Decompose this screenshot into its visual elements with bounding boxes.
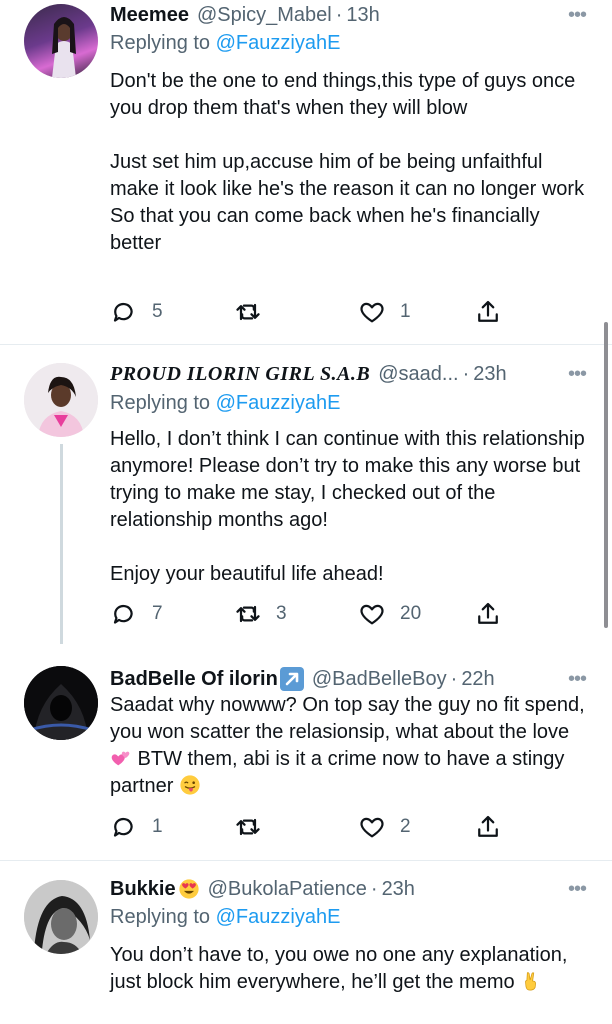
like-button[interactable]: 20	[358, 600, 474, 628]
display-name[interactable]: PROUD ILORIN GIRL S.A.B	[110, 363, 370, 386]
reply-icon	[113, 604, 133, 624]
replying-to-label: Replying to	[110, 392, 216, 414]
retweet-button[interactable]	[234, 298, 358, 326]
retweet-icon	[236, 818, 260, 836]
dot-separator: ·	[335, 3, 343, 26]
tweet-text-part1: Saadat why nowww? On top say the guy no …	[110, 694, 591, 743]
heart-eyes-emoji	[178, 879, 199, 899]
mention-link[interactable]: @FauzziyahE	[216, 906, 341, 928]
timestamp[interactable]: 22h	[461, 668, 494, 691]
tweet-text: Saadat why nowww? On top say the guy no …	[110, 692, 590, 800]
victory-hand-emoji	[525, 972, 537, 991]
share-icon	[478, 300, 498, 322]
tweet-actions: 7 3 20	[110, 597, 516, 631]
dot-separator: ·	[462, 362, 470, 385]
tweet-text: Don't be the one to end things,this type…	[110, 70, 585, 254]
replying-to: Replying to @FauzziyahE	[110, 392, 340, 415]
more-icon[interactable]: •••	[562, 359, 592, 389]
reply-count: 1	[152, 816, 163, 837]
reply-button[interactable]: 5	[110, 298, 234, 326]
avatar-image	[24, 666, 98, 740]
share-button[interactable]	[474, 813, 502, 841]
retweet-button[interactable]	[234, 813, 358, 841]
tweet-text-content: You don’t have to, you owe no one any ex…	[110, 944, 573, 993]
share-button[interactable]	[474, 298, 502, 326]
display-name[interactable]: Meemee	[110, 4, 189, 27]
tweet-text: Hello, I don’t think I can continue with…	[110, 428, 585, 585]
reply-icon	[113, 302, 133, 322]
like-icon	[360, 302, 384, 323]
like-button[interactable]: 2	[358, 813, 474, 841]
retweet-count: 3	[276, 603, 287, 624]
like-count: 2	[400, 816, 411, 837]
replying-to: Replying to @FauzziyahE	[110, 906, 340, 929]
avatar-image	[24, 880, 98, 954]
tweet-actions: 1 2	[110, 810, 516, 844]
retweet-icon	[236, 605, 260, 623]
tweet-actions: 5 1	[110, 295, 516, 329]
display-name[interactable]: Bukkie	[110, 878, 176, 901]
like-count: 1	[400, 301, 411, 322]
more-icon[interactable]: •••	[562, 0, 592, 30]
replying-to-label: Replying to	[110, 32, 216, 54]
mention-link[interactable]: @FauzziyahE	[216, 392, 341, 414]
more-icon[interactable]: •••	[562, 664, 592, 694]
dot-separator: ·	[370, 877, 378, 900]
share-button[interactable]	[474, 600, 502, 628]
like-icon	[360, 817, 384, 838]
tweet-header: Bukkie @BukolaPatience · 23h •••	[110, 874, 592, 904]
tweet-header: Meemee @Spicy_Mabel · 13h •••	[110, 0, 592, 30]
like-count: 20	[400, 603, 422, 624]
user-handle[interactable]: @BukolaPatience	[208, 878, 367, 901]
display-name[interactable]: BadBelle Of ilorin	[110, 668, 278, 691]
avatar[interactable]	[24, 363, 98, 437]
avatar[interactable]	[24, 666, 98, 740]
mention-link[interactable]: @FauzziyahE	[216, 32, 341, 54]
more-icon[interactable]: •••	[562, 874, 592, 904]
like-button[interactable]: 1	[358, 298, 474, 326]
user-handle[interactable]: @Spicy_Mabel	[197, 4, 332, 27]
avatar-image	[24, 363, 98, 437]
share-icon	[478, 815, 498, 837]
user-handle[interactable]: @BadBelleBoy	[312, 668, 447, 691]
timestamp[interactable]: 23h	[473, 363, 506, 386]
tweet-meemee[interactable]: Meemee @Spicy_Mabel · 13h ••• Replying t…	[0, 0, 612, 344]
reply-button[interactable]: 1	[110, 813, 234, 841]
like-icon	[360, 604, 384, 625]
arrow-badge-emoji	[279, 667, 304, 691]
tweet-text: You don’t have to, you owe no one any ex…	[110, 942, 590, 996]
reply-icon	[113, 817, 133, 837]
winking-tongue-emoji	[180, 775, 200, 795]
replying-to: Replying to @FauzziyahE	[110, 32, 340, 55]
avatar[interactable]	[24, 4, 98, 78]
reply-count: 7	[152, 603, 163, 624]
avatar-image	[52, 17, 76, 78]
timestamp[interactable]: 23h	[382, 878, 415, 901]
retweet-icon	[236, 303, 260, 321]
user-handle[interactable]: @saad...	[378, 363, 458, 386]
retweet-button[interactable]: 3	[234, 600, 358, 628]
avatar[interactable]	[24, 880, 98, 954]
tweet-badbelle[interactable]: BadBelle Of ilorin @BadBelleBoy · 22h ••…	[0, 644, 612, 860]
replying-to-label: Replying to	[110, 906, 216, 928]
timestamp[interactable]: 13h	[346, 4, 379, 27]
tweet-header: PROUD ILORIN GIRL S.A.B @saad... · 23h •…	[110, 359, 592, 389]
tweet-proud-ilorin-girl[interactable]: PROUD ILORIN GIRL S.A.B @saad... · 23h •…	[0, 344, 612, 644]
share-icon	[478, 602, 498, 624]
reply-count: 5	[152, 301, 163, 322]
hearts-emoji	[111, 751, 130, 766]
tweet-header: BadBelle Of ilorin @BadBelleBoy · 22h ••…	[110, 664, 592, 694]
reply-button[interactable]: 7	[110, 600, 234, 628]
thread-line	[60, 444, 63, 644]
tweet-bukkie[interactable]: Bukkie @BukolaPatience · 23h ••• Replyin…	[0, 860, 612, 1024]
dot-separator: ·	[450, 667, 458, 690]
scrollbar[interactable]	[604, 322, 608, 628]
